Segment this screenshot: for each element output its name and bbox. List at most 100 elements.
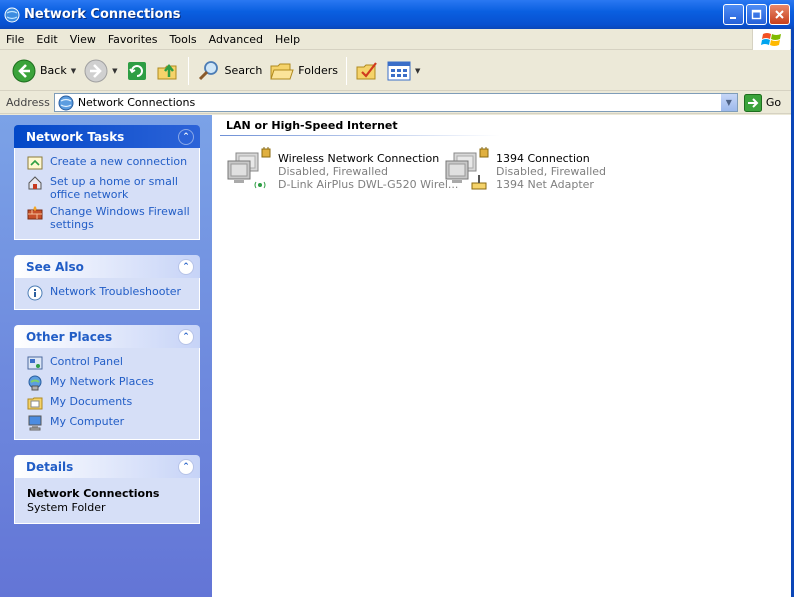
see-also-header[interactable]: See Also ⌃ <box>14 255 200 278</box>
refresh-button[interactable] <box>122 54 152 88</box>
minimize-button[interactable] <box>723 4 744 25</box>
up-folder-icon <box>157 63 176 79</box>
info-icon <box>27 285 43 301</box>
control-panel-icon <box>27 356 43 370</box>
up-folder-button[interactable] <box>152 54 184 88</box>
task-create-connection[interactable]: Create a new connection <box>27 155 191 171</box>
back-label: Back <box>40 64 67 77</box>
connection-item[interactable]: Wireless Network Connection Disabled, Fi… <box>226 147 458 195</box>
new-connection-icon <box>27 156 43 170</box>
computer-icon <box>28 415 42 431</box>
task-firewall[interactable]: Change Windows Firewall settings <box>27 205 191 231</box>
back-button[interactable]: Back ▼ <box>8 54 80 88</box>
collapse-chevron-icon[interactable]: ⌃ <box>178 258 194 275</box>
maximize-button[interactable] <box>746 4 767 25</box>
other-places-header[interactable]: Other Places ⌃ <box>14 325 200 348</box>
collapse-chevron-icon[interactable]: ⌃ <box>178 458 194 475</box>
folders-icon <box>270 63 294 79</box>
menu-help[interactable]: Help <box>269 29 306 50</box>
go-button[interactable]: Go <box>743 93 782 112</box>
network-places-icon <box>28 375 42 391</box>
folders-label: Folders <box>298 64 339 77</box>
address-dropdown-button[interactable]: ▼ <box>719 94 737 111</box>
details-header[interactable]: Details ⌃ <box>14 455 200 478</box>
title-bar[interactable]: Network Connections <box>0 0 794 29</box>
maximize-icon <box>751 9 762 20</box>
menu-advanced[interactable]: Advanced <box>203 29 269 50</box>
toolbar-separator <box>346 56 348 85</box>
see-also-panel: See Also ⌃ Network Troubleshooter <box>14 255 200 310</box>
task-pane: Network Tasks ⌃ Create a new connection … <box>0 115 212 597</box>
toolbar-separator <box>187 56 189 85</box>
connection-device: D-Link AirPlus DWL-G520 Wirel... <box>278 178 459 191</box>
place-network-places-label: My Network Places <box>50 375 154 388</box>
menu-bar: File Edit View Favorites Tools Advanced … <box>0 29 794 50</box>
search-icon <box>198 60 218 80</box>
back-arrow-icon <box>12 59 36 82</box>
address-value: Network Connections <box>77 96 196 109</box>
connection-name: Wireless Network Connection <box>278 152 440 165</box>
details-panel: Details ⌃ Network Connections System Fol… <box>14 455 200 524</box>
menu-tools[interactable]: Tools <box>164 29 203 50</box>
forward-button[interactable]: ▼ <box>80 54 121 88</box>
task-home-network[interactable]: Set up a home or small office network <box>27 175 191 201</box>
task-troubleshooter[interactable]: Network Troubleshooter <box>27 285 191 301</box>
network-tasks-header[interactable]: Network Tasks ⌃ <box>14 125 200 148</box>
address-input[interactable]: Network Connections ▼ <box>53 93 738 112</box>
network-tasks-panel: Network Tasks ⌃ Create a new connection … <box>14 125 200 240</box>
content-pane: LAN or High-Speed Internet Wireless Netw… <box>212 115 794 597</box>
folders-button[interactable]: Folders <box>266 54 342 88</box>
search-label: Search <box>224 64 263 77</box>
connection-status: Disabled, Firewalled <box>278 165 389 178</box>
firewall-icon <box>27 206 43 220</box>
place-control-panel[interactable]: Control Panel <box>27 355 191 371</box>
search-button[interactable]: Search <box>193 54 267 88</box>
place-network-places[interactable]: My Network Places <box>27 375 191 391</box>
connection-status: Disabled, Firewalled <box>496 165 607 178</box>
place-my-computer[interactable]: My Computer <box>27 415 191 431</box>
folder-options-button[interactable] <box>351 54 383 88</box>
group-divider <box>220 135 500 136</box>
refresh-icon <box>127 61 146 80</box>
menu-edit[interactable]: Edit <box>30 29 63 50</box>
windows-logo <box>752 29 790 50</box>
close-icon <box>775 10 784 19</box>
task-create-connection-label: Create a new connection <box>50 155 188 168</box>
network-connections-icon <box>4 7 20 22</box>
toolbar: Back ▼ ▼ Search Folders ▼ <box>0 51 794 91</box>
connection-item[interactable]: 1394 Connection Disabled, Firewalled 139… <box>444 147 606 195</box>
menu-file[interactable]: File <box>0 29 30 50</box>
forward-dropdown-icon[interactable]: ▼ <box>112 67 117 75</box>
minimize-icon <box>730 17 736 19</box>
connection-name: 1394 Connection <box>496 152 590 165</box>
views-dropdown-icon[interactable]: ▼ <box>415 67 420 75</box>
task-troubleshooter-label: Network Troubleshooter <box>50 285 182 298</box>
details-name: Network Connections <box>27 487 160 500</box>
details-type: System Folder <box>27 501 106 514</box>
close-button[interactable] <box>769 4 790 25</box>
collapse-chevron-icon[interactable]: ⌃ <box>178 128 194 145</box>
windows-flag-icon <box>760 32 781 46</box>
back-dropdown-icon[interactable]: ▼ <box>71 67 76 75</box>
collapse-chevron-icon[interactable]: ⌃ <box>178 328 194 345</box>
home-network-icon <box>28 176 42 190</box>
task-firewall-label: Change Windows Firewall settings <box>50 205 190 231</box>
views-icon <box>387 61 411 80</box>
go-arrow-icon <box>743 93 762 112</box>
place-my-documents[interactable]: My Documents <box>27 395 191 411</box>
place-my-documents-label: My Documents <box>50 395 133 408</box>
address-label: Address <box>6 96 50 109</box>
other-places-title: Other Places <box>26 329 113 344</box>
details-title: Details <box>26 459 74 474</box>
go-label: Go <box>765 96 782 109</box>
window-title: Network Connections <box>24 7 181 22</box>
folder-check-icon <box>356 61 377 79</box>
connection-device: 1394 Net Adapter <box>496 178 594 191</box>
views-button[interactable]: ▼ <box>383 54 424 88</box>
group-header: LAN or High-Speed Internet <box>226 119 398 132</box>
place-my-computer-label: My Computer <box>50 415 125 428</box>
address-bar: Address Network Connections ▼ Go <box>0 92 794 114</box>
menu-view[interactable]: View <box>64 29 102 50</box>
menu-favorites[interactable]: Favorites <box>102 29 164 50</box>
wireless-connection-icon <box>227 147 271 189</box>
